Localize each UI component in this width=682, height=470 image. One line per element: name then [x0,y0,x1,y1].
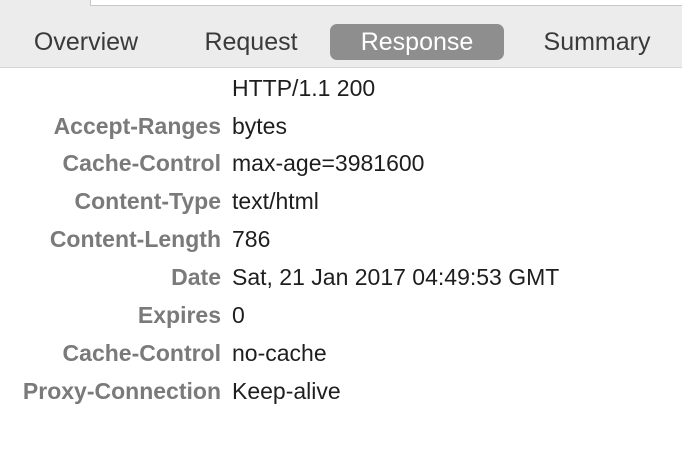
header-row: Cache-Control no-cache [0,335,682,371]
header-value: Keep-alive [232,378,341,404]
header-name: Proxy-Connection [22,378,221,404]
header-row: Expires 0 [0,297,682,333]
header-value: bytes [232,113,287,139]
header-name: Content-Type [74,188,221,214]
header-row: Content-Length 786 [0,221,682,257]
header-row: Accept-Ranges bytes [0,108,682,144]
header-row: Cache-Control max-age=3981600 [0,145,682,181]
status-line: HTTP/1.1 200 [232,75,376,101]
header-name: Expires [137,302,221,328]
header-value: 0 [232,302,245,328]
header-value: 786 [232,226,271,252]
response-headers-panel: HTTP/1.1 200 Accept-Ranges bytes Cache-C… [0,68,682,470]
status-line-row: HTTP/1.1 200 [0,70,682,106]
header-value: max-age=3981600 [232,150,425,176]
tab-response[interactable]: Response [330,24,504,60]
header-value: text/html [232,188,319,214]
header-name: Content-Length [49,226,221,252]
tab-overview[interactable]: Overview [16,24,156,60]
header-name: Accept-Ranges [53,113,221,139]
tab-summary[interactable]: Summary [526,24,668,60]
header-name: Cache-Control [62,150,221,176]
header-row: Content-Type text/html [0,183,682,219]
top-strip [0,0,682,10]
header-row: Proxy-Connection Keep-alive [0,373,682,409]
header-value: no-cache [232,340,327,366]
url-field[interactable] [90,0,682,6]
tab-bar: Overview Request Response Summary [0,10,682,68]
header-name: Cache-Control [62,340,221,366]
tab-request[interactable]: Request [184,24,318,60]
header-value: Sat, 21 Jan 2017 04:49:53 GMT [232,264,560,290]
header-row: Date Sat, 21 Jan 2017 04:49:53 GMT [0,259,682,295]
header-name: Date [171,264,221,290]
